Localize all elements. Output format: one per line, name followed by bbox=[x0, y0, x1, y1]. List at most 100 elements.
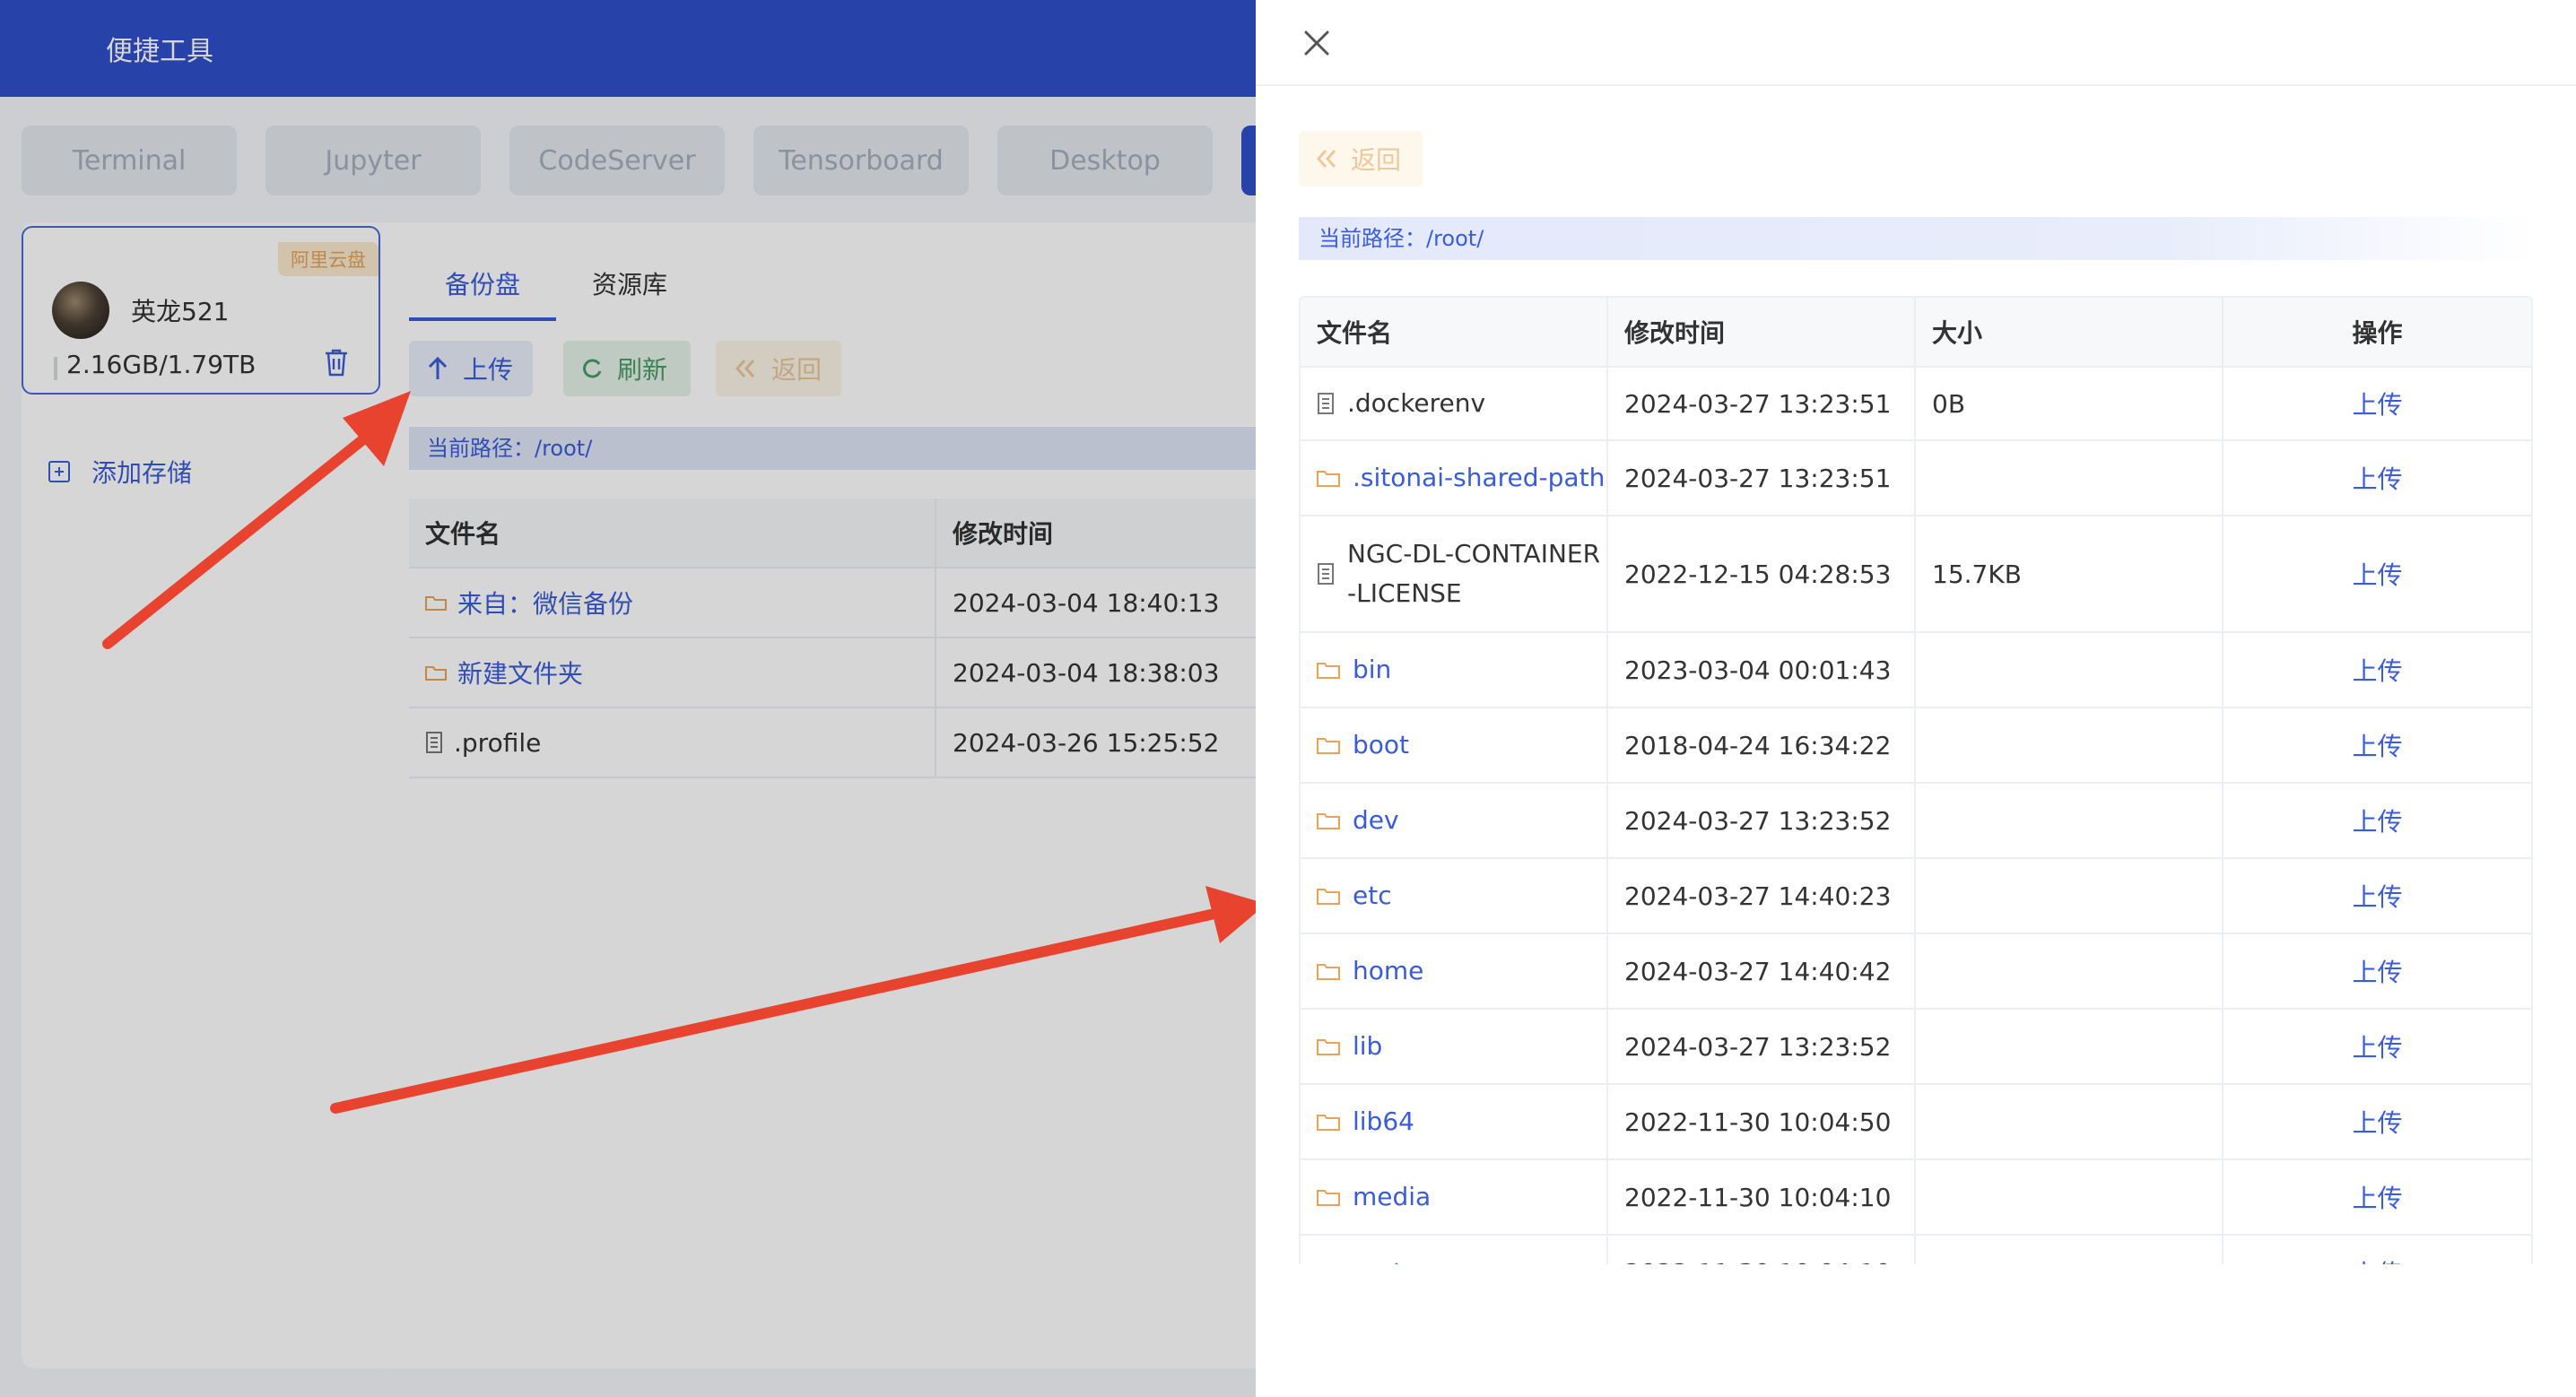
file-name[interactable]: etc bbox=[1353, 876, 1392, 915]
name-cell: .dockerenv bbox=[1301, 368, 1609, 439]
modified-time: 2022-11-30 10:04:50 bbox=[1608, 1085, 1917, 1158]
name-cell[interactable]: media bbox=[1301, 1160, 1609, 1234]
drawer-header bbox=[1256, 0, 2576, 86]
table-row[interactable]: bin 2023-03-04 00:01:43 上传 bbox=[1301, 633, 2531, 708]
file-size bbox=[1916, 1160, 2224, 1234]
upload-link[interactable]: 上传 bbox=[2353, 1028, 2403, 1064]
action-cell: 上传 bbox=[2224, 368, 2531, 439]
file-size: 15.7KB bbox=[1916, 516, 2224, 631]
folder-icon bbox=[1317, 1190, 1340, 1206]
file-name[interactable]: .sitonai-shared-path bbox=[1353, 458, 1605, 498]
name-cell[interactable]: lib bbox=[1301, 1010, 1609, 1083]
folder-icon bbox=[1317, 1115, 1340, 1131]
folder-icon bbox=[1317, 471, 1340, 487]
column-header-name: 文件名 bbox=[1301, 298, 1609, 366]
upload-link[interactable]: 上传 bbox=[2353, 878, 2403, 914]
drawer-back-label: 返回 bbox=[1351, 145, 1402, 175]
action-cell: 上传 bbox=[2224, 1085, 2531, 1158]
action-cell: 上传 bbox=[2224, 708, 2531, 782]
upload-link[interactable]: 上传 bbox=[2353, 556, 2403, 592]
file-name[interactable]: lib64 bbox=[1353, 1102, 1414, 1141]
file-name[interactable]: dev bbox=[1353, 801, 1399, 840]
name-cell[interactable]: boot bbox=[1301, 708, 1609, 782]
file-name[interactable]: media bbox=[1353, 1177, 1431, 1217]
upload-link[interactable]: 上传 bbox=[2353, 1104, 2403, 1140]
action-cell: 上传 bbox=[2224, 1236, 2531, 1264]
drawer-current-path: 当前路径：/root/ bbox=[1299, 217, 2537, 260]
drawer-table-body: .dockerenv 2024-03-27 13:23:51 0B 上传 .sitona… bbox=[1301, 368, 2531, 1264]
table-row[interactable]: boot 2018-04-24 16:34:22 上传 bbox=[1301, 708, 2531, 784]
upload-link[interactable]: 上传 bbox=[2353, 386, 2403, 421]
modified-time: 2024-03-27 13:23:52 bbox=[1608, 1010, 1917, 1083]
action-cell: 上传 bbox=[2224, 441, 2531, 515]
drawer-file-table: 文件名 修改时间 大小 操作 .dockerenv 2024-03-27 13:2… bbox=[1299, 296, 2533, 1264]
file-name[interactable]: home bbox=[1353, 951, 1423, 991]
table-row[interactable]: dev 2024-03-27 13:23:52 上传 bbox=[1301, 784, 2531, 859]
file-size bbox=[1916, 859, 2224, 933]
modified-time: 2024-03-27 14:40:42 bbox=[1608, 934, 1917, 1008]
upload-link[interactable]: 上传 bbox=[2353, 460, 2403, 496]
table-row[interactable]: home 2024-03-27 14:40:42 上传 bbox=[1301, 934, 2531, 1010]
file-size bbox=[1916, 1236, 2224, 1264]
file-size bbox=[1916, 784, 2224, 857]
modified-time: 2023-03-04 00:01:43 bbox=[1608, 633, 1917, 707]
close-icon[interactable] bbox=[1299, 25, 1335, 61]
column-header-action: 操作 bbox=[2352, 318, 2403, 348]
double-chevron-left-icon bbox=[1316, 150, 1336, 168]
name-cell[interactable]: .sitonai-shared-path bbox=[1301, 441, 1609, 515]
drawer-back-button[interactable]: 返回 bbox=[1299, 131, 1423, 187]
action-cell: 上传 bbox=[2224, 784, 2531, 857]
modified-time: 2022-11-30 10:04:10 bbox=[1608, 1236, 1917, 1264]
file-size bbox=[1916, 1010, 2224, 1083]
table-row[interactable]: NGC-DL-CONTAINER-LICENSE 2022-12-15 04:28… bbox=[1301, 516, 2531, 633]
folder-icon bbox=[1317, 738, 1340, 754]
file-size bbox=[1916, 1085, 2224, 1158]
upload-link[interactable]: 上传 bbox=[2353, 1179, 2403, 1215]
folder-icon bbox=[1317, 813, 1340, 829]
upload-link[interactable]: 上传 bbox=[2353, 727, 2403, 763]
file-name[interactable]: mnt bbox=[1353, 1253, 1403, 1264]
name-cell[interactable]: etc bbox=[1301, 859, 1609, 933]
modified-time: 2022-11-30 10:04:10 bbox=[1608, 1160, 1917, 1234]
file-icon bbox=[1318, 563, 1334, 585]
table-row[interactable]: media 2022-11-30 10:04:10 上传 bbox=[1301, 1160, 2531, 1236]
table-row[interactable]: .dockerenv 2024-03-27 13:23:51 0B 上传 bbox=[1301, 368, 2531, 441]
file-name: .dockerenv bbox=[1347, 388, 1486, 418]
name-cell[interactable]: mnt bbox=[1301, 1236, 1609, 1264]
file-icon bbox=[1318, 393, 1334, 414]
table-row[interactable]: etc 2024-03-27 14:40:23 上传 bbox=[1301, 859, 2531, 934]
action-cell: 上传 bbox=[2224, 633, 2531, 707]
name-cell[interactable]: dev bbox=[1301, 784, 1609, 857]
table-row[interactable]: .sitonai-shared-path 2024-03-27 13:23:51 上… bbox=[1301, 441, 2531, 516]
file-name[interactable]: boot bbox=[1353, 725, 1409, 765]
file-picker-drawer: 返回 当前路径：/root/ 文件名 修改时间 大小 操作 .dockerenv… bbox=[1256, 0, 2576, 1397]
table-row[interactable]: mnt 2022-11-30 10:04:10 上传 bbox=[1301, 1236, 2531, 1264]
name-cell[interactable]: bin bbox=[1301, 633, 1609, 707]
file-name[interactable]: lib bbox=[1353, 1027, 1382, 1066]
upload-link[interactable]: 上传 bbox=[2353, 803, 2403, 838]
folder-icon bbox=[1317, 1263, 1340, 1264]
modified-time: 2024-03-27 13:23:52 bbox=[1608, 784, 1917, 857]
table-row[interactable]: lib 2024-03-27 13:23:52 上传 bbox=[1301, 1010, 2531, 1085]
table-row[interactable]: lib64 2022-11-30 10:04:50 上传 bbox=[1301, 1085, 2531, 1160]
folder-icon bbox=[1317, 964, 1340, 980]
file-size bbox=[1916, 441, 2224, 515]
name-cell[interactable]: lib64 bbox=[1301, 1085, 1609, 1158]
action-cell: 上传 bbox=[2224, 516, 2531, 631]
file-name[interactable]: bin bbox=[1353, 650, 1391, 690]
file-size bbox=[1916, 633, 2224, 707]
folder-icon bbox=[1317, 1039, 1340, 1055]
upload-link[interactable]: 上传 bbox=[2353, 1254, 2403, 1264]
file-size bbox=[1916, 934, 2224, 1008]
upload-link[interactable]: 上传 bbox=[2353, 953, 2403, 989]
action-cell: 上传 bbox=[2224, 934, 2531, 1008]
modified-time: 2022-12-15 04:28:53 bbox=[1608, 516, 1917, 631]
column-header-size: 大小 bbox=[1916, 298, 2224, 366]
folder-icon bbox=[1317, 663, 1340, 679]
modified-time: 2024-03-27 13:23:51 bbox=[1608, 368, 1917, 439]
column-header-time: 修改时间 bbox=[1608, 298, 1917, 366]
modified-time: 2024-03-27 13:23:51 bbox=[1608, 441, 1917, 515]
name-cell[interactable]: home bbox=[1301, 934, 1609, 1008]
upload-link[interactable]: 上传 bbox=[2353, 652, 2403, 688]
table-header: 文件名 修改时间 大小 操作 bbox=[1301, 298, 2531, 368]
